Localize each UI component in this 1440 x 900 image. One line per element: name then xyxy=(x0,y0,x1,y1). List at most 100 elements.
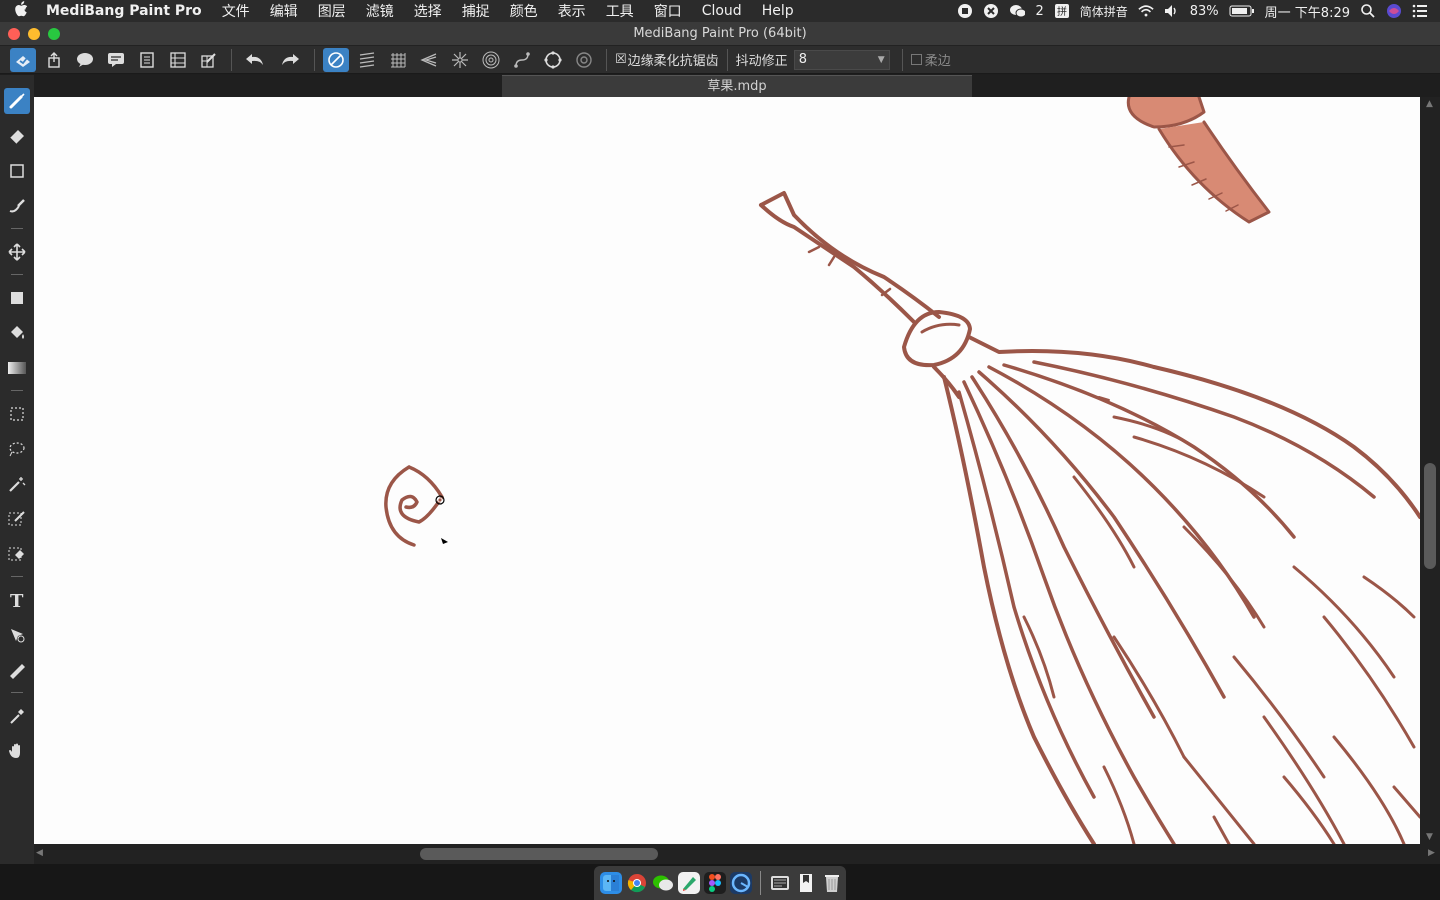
redo-button[interactable] xyxy=(275,48,305,72)
finder-icon[interactable] xyxy=(600,872,622,894)
figma-icon[interactable] xyxy=(704,872,726,894)
soft-edge-label: 柔边 xyxy=(924,54,951,69)
preview-icon[interactable] xyxy=(769,872,791,894)
perspective-snap-button[interactable] xyxy=(416,48,442,72)
soft-edge-checkbox[interactable]: 柔边 xyxy=(910,50,951,69)
menu-tools[interactable]: 工具 xyxy=(596,1,644,21)
apple-icon[interactable] xyxy=(0,1,42,21)
document-tab[interactable]: 草果.mdp xyxy=(502,75,972,97)
stabilizer-select[interactable]: 8 ▼ xyxy=(793,49,890,70)
scroll-left-icon[interactable]: ◀ xyxy=(36,848,43,858)
select-pen-tool-2-icon[interactable] xyxy=(4,506,30,532)
tool-divider xyxy=(11,692,23,693)
vertical-scroll-thumb[interactable] xyxy=(1424,463,1436,569)
menu-select[interactable]: 选择 xyxy=(404,1,452,21)
magic-wand-tool-icon[interactable] xyxy=(4,471,30,497)
layer-list-button[interactable] xyxy=(165,48,191,72)
save-cloud-button[interactable] xyxy=(10,47,36,72)
medibang-icon[interactable] xyxy=(678,872,700,894)
menu-color[interactable]: 颜色 xyxy=(500,1,548,21)
parallel-snap-button[interactable] xyxy=(354,48,380,72)
battery-percent: 83% xyxy=(1189,3,1219,19)
brush-tool-icon[interactable] xyxy=(4,88,30,114)
menu-layer[interactable]: 图层 xyxy=(308,1,356,21)
curve-snap-button[interactable] xyxy=(509,48,535,72)
operation-tool-icon[interactable] xyxy=(4,622,30,648)
snap-settings-button[interactable] xyxy=(571,48,597,72)
broom-bristle-outline-left xyxy=(942,375,1096,844)
undo-button[interactable] xyxy=(240,48,270,72)
comment-button[interactable] xyxy=(103,48,129,72)
menu-file[interactable]: 文件 xyxy=(212,1,260,21)
antialias-checkbox[interactable]: ☒ 边缘柔化抗锯齿 xyxy=(615,50,719,69)
volume-icon[interactable] xyxy=(1164,3,1180,19)
text-tool-icon[interactable]: T xyxy=(4,587,30,613)
antialias-checkbox-box[interactable]: ☒ xyxy=(615,53,627,66)
eraser-tool-icon[interactable] xyxy=(4,123,30,149)
siri-icon[interactable] xyxy=(1386,3,1402,19)
status-area: 2 拼 简体拼音 83% 周一 下午8:29 xyxy=(957,0,1428,22)
eyedropper-tool-icon[interactable] xyxy=(4,703,30,729)
menu-cloud[interactable]: Cloud xyxy=(692,3,752,19)
wechat-icon[interactable] xyxy=(652,872,674,894)
grid-snap-button[interactable] xyxy=(385,48,411,72)
toolbar-divider xyxy=(606,48,607,71)
soft-edge-checkbox-box[interactable] xyxy=(910,54,922,65)
browser-icon[interactable] xyxy=(730,872,752,894)
hand-tool-icon[interactable] xyxy=(4,738,30,764)
edit-panel-button[interactable] xyxy=(196,48,222,72)
radial-snap-button[interactable] xyxy=(447,48,473,72)
divide-tool-icon[interactable] xyxy=(4,657,30,683)
menu-help[interactable]: Help xyxy=(752,3,804,19)
scroll-up-icon[interactable]: ▲ xyxy=(1426,99,1433,109)
close-circle-icon[interactable] xyxy=(983,3,999,19)
horizontal-scrollbar[interactable]: ◀ ▶ xyxy=(34,844,1440,864)
trash-icon[interactable] xyxy=(821,872,843,894)
vertical-scrollbar[interactable]: ▲ ▼ xyxy=(1420,97,1440,844)
horizontal-scroll-thumb[interactable] xyxy=(420,848,658,860)
tool-palette: T xyxy=(0,75,34,865)
record-icon[interactable] xyxy=(957,3,973,19)
lasso-tool-icon[interactable] xyxy=(4,436,30,462)
export-button[interactable] xyxy=(41,48,67,72)
wechat-icon[interactable] xyxy=(1009,3,1026,19)
stabilizer-label: 抖动修正 xyxy=(735,54,788,69)
notification-center-icon[interactable] xyxy=(1412,3,1428,19)
tool-divider xyxy=(11,576,23,577)
input-method-label[interactable]: 简体拼音 xyxy=(1080,3,1128,20)
scroll-right-icon[interactable]: ▶ xyxy=(1428,848,1435,858)
shape-fill-tool-icon[interactable] xyxy=(4,285,30,311)
concentric-snap-button[interactable] xyxy=(478,48,504,72)
spotlight-search-icon[interactable] xyxy=(1360,3,1376,19)
move-tool-icon[interactable] xyxy=(4,239,30,265)
menu-view[interactable]: 表示 xyxy=(548,1,596,21)
wifi-icon[interactable] xyxy=(1138,3,1154,19)
select-eraser-tool-icon[interactable] xyxy=(4,541,30,567)
select-pen-tool-icon[interactable] xyxy=(4,193,30,219)
speech-bubble-button[interactable] xyxy=(72,48,98,72)
brush-swirl-stroke xyxy=(384,465,444,547)
menu-edit[interactable]: 编辑 xyxy=(260,1,308,21)
input-method-icon[interactable]: 拼 xyxy=(1054,3,1070,19)
bucket-tool-icon[interactable] xyxy=(4,320,30,346)
broom-top-binding xyxy=(1126,97,1206,129)
battery-icon[interactable] xyxy=(1229,3,1255,19)
menu-filter[interactable]: 滤镜 xyxy=(356,1,404,21)
chevron-down-icon: ▼ xyxy=(877,54,885,65)
dock-divider xyxy=(760,871,761,895)
notes-icon[interactable] xyxy=(795,872,817,894)
snap-off-button[interactable] xyxy=(323,47,349,72)
gradient-tool-icon[interactable] xyxy=(4,355,30,381)
clock[interactable]: 周一 下午8:29 xyxy=(1265,2,1350,21)
page-button[interactable] xyxy=(134,48,160,72)
menu-window[interactable]: 窗口 xyxy=(644,1,692,21)
chrome-icon[interactable] xyxy=(626,872,648,894)
menu-app-name[interactable]: MediBang Paint Pro xyxy=(42,3,212,19)
scroll-down-icon[interactable]: ▼ xyxy=(1426,832,1433,842)
dot-tool-icon[interactable] xyxy=(4,158,30,184)
broom-handle xyxy=(759,191,941,319)
ellipse-snap-button[interactable] xyxy=(540,48,566,72)
menu-snap[interactable]: 捕捉 xyxy=(452,1,500,21)
drawing-canvas[interactable] xyxy=(34,97,1420,844)
selection-tool-icon[interactable] xyxy=(4,401,30,427)
